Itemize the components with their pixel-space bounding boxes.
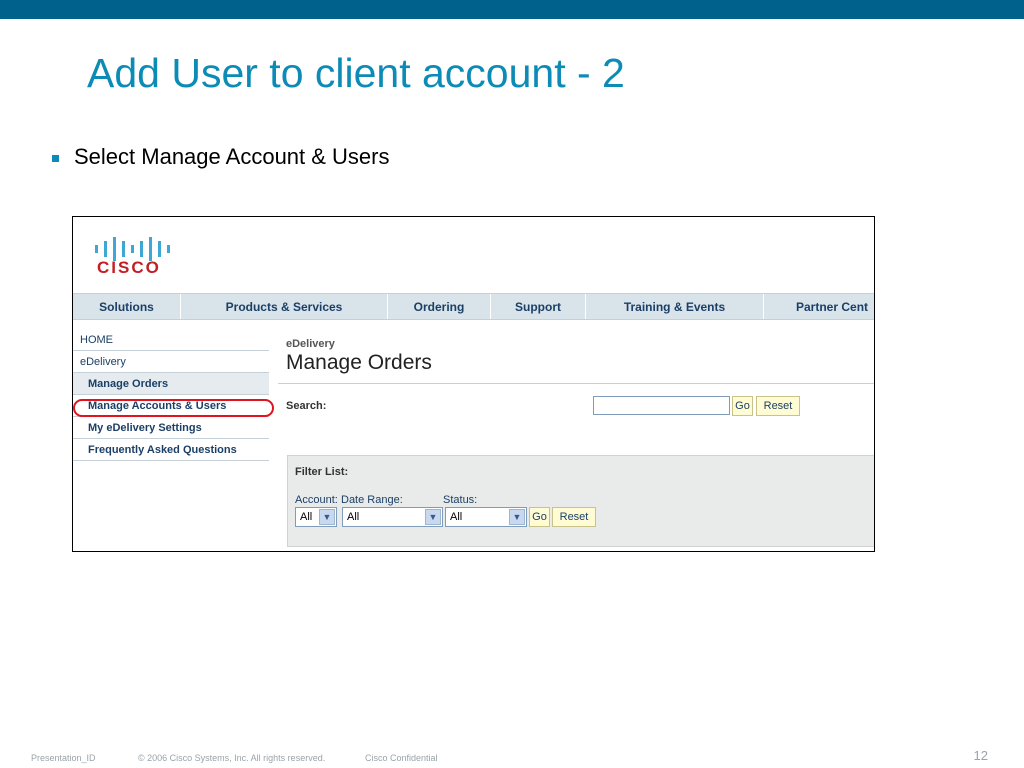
status-select-value: All [450, 511, 463, 523]
footer-copyright: © 2006 Cisco Systems, Inc. All rights re… [138, 753, 326, 763]
search-label: Search: [286, 400, 327, 412]
chevron-down-icon: ▼ [319, 509, 335, 525]
filter-reset-button[interactable]: Reset [552, 507, 596, 527]
footer-presentation-id: Presentation_ID [31, 753, 96, 763]
filter-go-button[interactable]: Go [529, 507, 550, 527]
breadcrumb: eDelivery [286, 338, 335, 350]
divider [278, 383, 874, 384]
date-range-select[interactable]: All ▼ [342, 507, 443, 527]
side-navigation: HOME eDelivery Manage Orders Manage Acco… [73, 329, 269, 461]
cisco-logo-text: CISCO [97, 258, 161, 277]
bullet-text: Select Manage Account & Users [74, 144, 390, 169]
nav-ordering[interactable]: Ordering [388, 294, 491, 319]
chevron-down-icon: ▼ [425, 509, 441, 525]
search-input[interactable] [593, 396, 730, 415]
page-title: Manage Orders [286, 351, 432, 374]
sidebar-item-manage-orders[interactable]: Manage Orders [73, 373, 269, 395]
sidebar-item-edelivery[interactable]: eDelivery [73, 351, 269, 373]
sidebar-item-my-settings[interactable]: My eDelivery Settings [73, 417, 269, 439]
nav-support[interactable]: Support [491, 294, 586, 319]
search-go-button[interactable]: Go [732, 396, 753, 416]
filter-panel: Filter List: Account: Date Range: Status… [287, 455, 874, 547]
footer-confidential: Cisco Confidential [365, 753, 438, 763]
main-nav: Solutions Products & Services Ordering S… [73, 293, 874, 320]
account-select-value: All [300, 511, 313, 523]
nav-partner-central[interactable]: Partner Cent [764, 294, 874, 319]
status-select[interactable]: All ▼ [445, 507, 527, 527]
cisco-screenshot: CISCO Solutions Products & Services Orde… [72, 216, 875, 552]
sidebar-item-faq[interactable]: Frequently Asked Questions [73, 439, 269, 461]
status-label: Status: [443, 494, 478, 506]
nav-products-services[interactable]: Products & Services [181, 294, 388, 319]
chevron-down-icon: ▼ [509, 509, 525, 525]
search-reset-button[interactable]: Reset [756, 396, 800, 416]
sidebar-item-home[interactable]: HOME [73, 329, 269, 351]
highlight-circle [73, 399, 274, 417]
date-range-label: Date Range: [341, 494, 403, 506]
date-range-select-value: All [347, 511, 360, 523]
nav-training-events[interactable]: Training & Events [586, 294, 764, 319]
account-select[interactable]: All ▼ [295, 507, 337, 527]
account-label: Account: [295, 494, 338, 506]
filter-title: Filter List: [295, 466, 349, 478]
slide-title: Add User to client account - 2 [87, 50, 625, 96]
page-number: 12 [973, 748, 988, 763]
top-banner [0, 0, 1024, 19]
nav-solutions[interactable]: Solutions [73, 294, 181, 319]
bullet-square-icon [52, 155, 59, 162]
